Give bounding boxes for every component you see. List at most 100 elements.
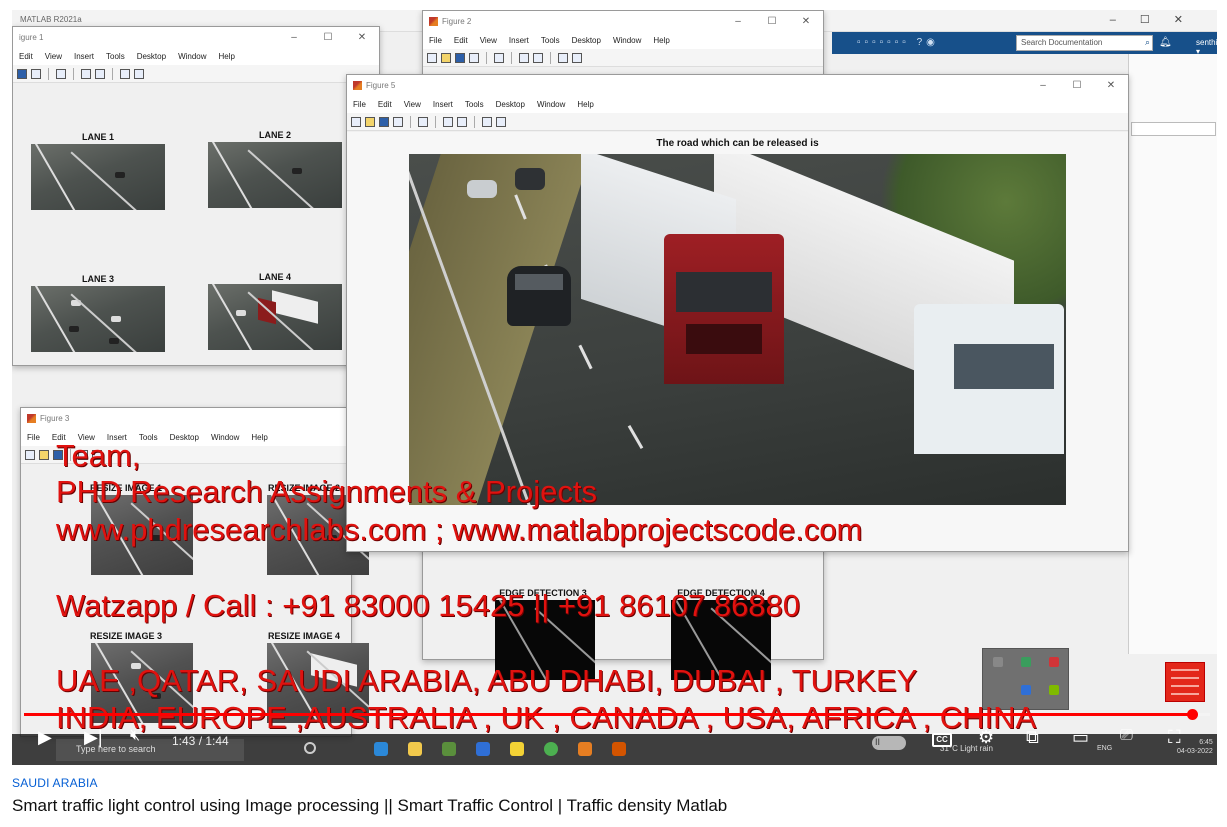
theater-icon[interactable]: ▭ [1072, 728, 1089, 746]
subplot-title-lane2: LANE 2 [258, 130, 291, 140]
miniplayer-icon[interactable]: ⧉ [1026, 728, 1039, 746]
menu-insert: Insert [508, 35, 529, 45]
menu-insert: Insert [74, 51, 95, 61]
figure1-toolbar [13, 65, 379, 83]
autoplay-toggle[interactable]: II [872, 736, 906, 750]
colorbar-icon [81, 68, 91, 79]
menu-edit: Edit [19, 51, 33, 61]
menu-edit: Edit [377, 99, 392, 109]
mute-icon[interactable]: 🔇︎ [130, 728, 140, 744]
overlay-websites: www.phdresearchlabs.com ; www.matlabproj… [56, 512, 863, 547]
subplot-title-lane3: LANE 3 [81, 274, 114, 284]
menu-tools: Tools [540, 35, 560, 45]
video-frame: MATLAB R2021a –☐✕ ▫▫▫▫▫▫▫ ?◉ Search Docu… [12, 10, 1217, 765]
menu-file: File [27, 432, 40, 442]
overlay-countries-1: UAE ,QATAR, SAUDI ARABIA, ABU DHABI, DUB… [56, 663, 918, 698]
menu-desktop: Desktop [136, 51, 167, 61]
menu-insert: Insert [432, 99, 453, 109]
menu-view: View [403, 99, 421, 109]
menu-window: Window [612, 35, 642, 45]
close-icon: ✕ [1106, 79, 1116, 91]
figure5-plot-title: The road which can be released is [656, 138, 819, 149]
close-icon: ✕ [357, 31, 367, 43]
plot-tools-icon [496, 116, 506, 127]
figure5-menubar: File Edit View Insert Tools Desktop Wind… [347, 95, 1128, 113]
open-icon [365, 116, 375, 127]
new-figure-icon [427, 52, 437, 63]
subplot-title-resize3: RESIZE IMAGE 3 [89, 631, 162, 641]
link-icon [494, 52, 504, 63]
figure3-title: Figure 3 [40, 413, 70, 423]
subplot-title-lane1: LANE 1 [81, 132, 114, 142]
subplot-title-lane4: LANE 4 [258, 272, 291, 282]
menu-file: File [353, 99, 366, 109]
plot-tools-icon [572, 52, 582, 63]
maximize-icon: ☐ [767, 15, 777, 27]
print-icon [469, 52, 479, 63]
minimize-icon: – [291, 31, 297, 43]
bell-icon: 🔔︎ [1159, 37, 1172, 48]
menu-tools: Tools [138, 432, 158, 442]
menu-help: Help [577, 99, 594, 109]
menu-help: Help [653, 35, 670, 45]
figure5-title: Figure 5 [366, 80, 396, 90]
play-icon[interactable]: ▶ [38, 728, 52, 746]
lane1-image [31, 144, 165, 210]
settings-icon[interactable]: ⚙ [978, 728, 994, 746]
menu-window: Window [178, 51, 207, 61]
figure2-toolbar [423, 49, 823, 67]
save-icon [379, 116, 389, 127]
link-icon [56, 68, 66, 79]
figure1-menubar: Edit View Insert Tools Desktop Window He… [13, 47, 379, 65]
pointer-icon [120, 68, 130, 79]
time-display: 1:43 / 1:44 [172, 734, 229, 748]
menu-edit: Edit [453, 35, 468, 45]
menu-desktop: Desktop [495, 99, 525, 109]
print-icon [393, 116, 403, 127]
minimize-icon: – [735, 15, 741, 27]
open-icon [39, 449, 49, 460]
pointer-icon [558, 52, 568, 63]
menu-help: Help [218, 51, 235, 61]
workspace-field [1131, 122, 1216, 136]
save-icon [455, 52, 465, 63]
video-player[interactable]: MATLAB R2021a –☐✕ ▫▫▫▫▫▫▫ ?◉ Search Docu… [12, 10, 1217, 765]
maximize-icon: ☐ [1072, 79, 1082, 91]
figure2-title: Figure 2 [442, 16, 472, 26]
legend-icon [533, 52, 543, 63]
new-figure-icon [25, 449, 35, 460]
overlay-team: Team, [56, 438, 141, 473]
menu-view: View [479, 35, 497, 45]
menu-window: Window [210, 432, 240, 442]
pause-icon: II [875, 737, 881, 747]
menu-tools: Tools [464, 99, 484, 109]
close-icon: ✕ [801, 15, 811, 27]
red-thumbnail [1165, 662, 1205, 702]
matlab-quick-access-icons: ▫▫▫▫▫▫▫ ?◉ [857, 37, 939, 48]
menu-file: File [429, 35, 442, 45]
figure1-axes-area: LANE 1 LANE 2 LANE 3 LANE 4 [13, 84, 379, 365]
menu-desktop: Desktop [169, 432, 199, 442]
search-icon: ⌕ [1144, 37, 1150, 47]
next-icon[interactable]: ▶| [84, 728, 103, 746]
lane4-image [208, 284, 342, 350]
progress-fill [24, 713, 1193, 716]
channel-link[interactable]: SAUDI ARABIA [12, 776, 727, 790]
lane3-image [31, 286, 165, 352]
released-road-image [409, 154, 1066, 505]
doc-search-input[interactable]: Search Documentation ⌕ [1016, 35, 1153, 51]
matlab-icon [27, 413, 36, 423]
subtitles-button[interactable]: CC [932, 733, 952, 747]
cast-icon[interactable]: ⎚ [1120, 728, 1133, 744]
progress-bar[interactable] [24, 709, 1210, 720]
figure1-window: igure 1 – ☐ ✕ Edit View Insert Tools Deskt… [12, 26, 380, 366]
minimize-icon: – [1040, 79, 1046, 91]
link-icon [418, 116, 428, 127]
save-icon [17, 68, 27, 79]
lane2-image [208, 142, 342, 208]
menu-help: Help [251, 432, 268, 442]
player-controls: ▶ ▶| 🔇︎ 1:43 / 1:44 II CC ⚙ ⧉ ▭ ⎚ ⛶ [12, 724, 1217, 760]
fullscreen-icon[interactable]: ⛶ [1168, 728, 1181, 746]
menu-desktop: Desktop [571, 35, 601, 45]
legend-icon [457, 116, 467, 127]
